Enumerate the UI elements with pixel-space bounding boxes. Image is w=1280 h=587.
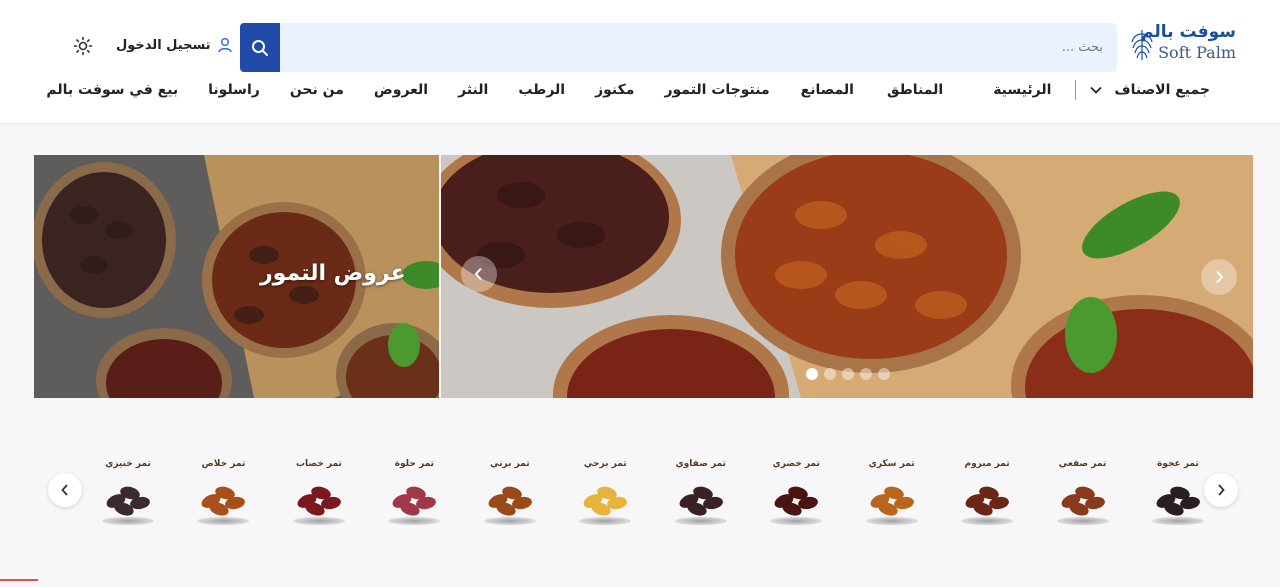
nav-item-rutab[interactable]: الرطب [518,82,565,98]
product-shadow [483,517,536,525]
product-shadow [197,517,250,525]
dates-slide-photo [441,155,1253,398]
category-item[interactable]: تمر برحي [565,455,645,535]
slider-dot[interactable] [860,368,872,380]
chevron-left-icon [474,267,482,281]
slider-dot[interactable] [842,368,854,380]
product-shadow [770,517,823,525]
chevron-right-icon [1218,484,1225,496]
nav-item-factories[interactable]: المصانع [801,82,854,98]
category-item[interactable]: تمر صقعي [1043,455,1123,535]
nav-item-offers[interactable]: العروض [374,82,428,98]
login-label: تسجيل الدخول [116,37,211,53]
search-bar [240,23,1117,72]
date-product-image [202,486,246,516]
category-item[interactable]: تمر خلاص [183,455,263,535]
nav-item-sell[interactable]: بيع في سوفت بالم [46,82,178,98]
product-shadow [961,517,1014,525]
product-shadow [1056,517,1109,525]
slider-dots [806,368,890,380]
category-name: تمر سكري [868,459,915,469]
date-product-image [583,486,628,516]
categories-prev-button[interactable] [48,473,82,507]
category-name: تمر برني [490,459,530,469]
product-shadow [1151,517,1204,525]
all-categories-label: جميع الاصناف [1114,82,1210,98]
category-item[interactable]: تمر خضري [756,455,836,535]
nav-item-about[interactable]: من نحن [290,82,344,98]
nav-item-contact[interactable]: راسلونا [208,82,260,98]
date-product-image [870,486,914,516]
category-name: تمر مبروم [964,459,1010,469]
date-product-image [297,486,341,516]
category-name: تمر صقعي [1058,459,1107,469]
category-list: تمر عجوة تمر صقعي تمر مبروم تمر سكري تمر خضر… [88,455,1218,535]
brand-name-en: Soft Palm [1158,43,1236,62]
category-name: تمر حلوة [394,459,434,469]
category-item[interactable]: تمر سكري [852,455,932,535]
date-product-image [488,486,532,516]
all-categories-dropdown[interactable]: جميع الاصناف [1090,82,1210,98]
hero-slider [441,155,1253,398]
offers-banner[interactable]: عروض التمور [34,155,439,398]
nav-item-nathr[interactable]: النثر [458,82,488,98]
product-shadow [102,517,154,525]
category-name: تمر خلاص [201,459,246,469]
date-product-image [679,486,723,516]
slider-dot[interactable] [806,368,818,380]
product-shadow [674,517,727,525]
category-item[interactable]: تمر حلوة [374,455,454,535]
accent-line [0,579,38,581]
nav-divider [1075,80,1077,100]
theme-toggle[interactable] [73,36,93,56]
date-product-image [965,486,1009,516]
category-name: تمر خضري [772,459,820,469]
nav-item-regions[interactable]: المناطق [887,82,943,98]
nav-item-maknuz[interactable]: مكنوز [595,82,634,98]
category-item[interactable]: تمر مبروم [947,455,1027,535]
product-shadow [292,517,345,525]
brand-logo[interactable]: سوفت بالم Soft Palm [1126,22,1236,66]
chevron-left-icon [61,484,68,496]
category-carousel: تمر عجوة تمر صقعي تمر مبروم تمر سكري تمر خضر… [48,455,1240,535]
category-name: تمر برحي [583,459,627,469]
category-item[interactable]: تمر برني [470,455,550,535]
hero-banner: عروض التمور [34,155,1253,398]
nav-item-date-products[interactable]: منتوجات التمور [664,82,769,98]
date-product-image [1156,486,1200,516]
search-button[interactable] [240,23,280,72]
sun-icon [73,36,93,56]
date-product-image [106,486,150,516]
site-header: سوفت بالم Soft Palm تسجيل الدخول [0,0,1280,124]
slider-prev-button[interactable] [461,256,497,292]
date-product-image [392,486,437,516]
category-name: تمر خنيزي [105,459,151,469]
chevron-down-icon [1090,86,1103,94]
product-shadow [865,517,918,525]
category-name: تمر خصاب [295,459,342,469]
date-product-image [774,486,819,516]
category-item[interactable]: تمر خنيزي [88,455,168,535]
product-shadow [388,517,441,525]
categories-next-button[interactable] [1204,473,1238,507]
brand-name-ar: سوفت بالم [1141,22,1236,42]
slider-next-button[interactable] [1201,259,1237,295]
slider-dot[interactable] [824,368,836,380]
date-product-image [1061,486,1105,516]
slider-dot[interactable] [878,368,890,380]
category-name: تمر عجوة [1157,459,1199,469]
search-icon [252,39,268,56]
category-item[interactable]: تمر خصاب [279,455,359,535]
banner-title: عروض التمور [260,261,406,286]
main-nav: جميع الاصناف الرئيسية المناطق المصانع من… [46,78,1210,102]
category-name: تمر صفاوي [675,459,726,469]
login-link[interactable]: تسجيل الدخول [116,37,233,53]
user-icon [217,38,232,53]
product-shadow [579,517,632,525]
chevron-right-icon [1216,270,1224,284]
nav-item-home[interactable]: الرئيسية [993,82,1051,98]
category-item[interactable]: تمر صفاوي [661,455,741,535]
search-input[interactable] [283,23,1103,72]
